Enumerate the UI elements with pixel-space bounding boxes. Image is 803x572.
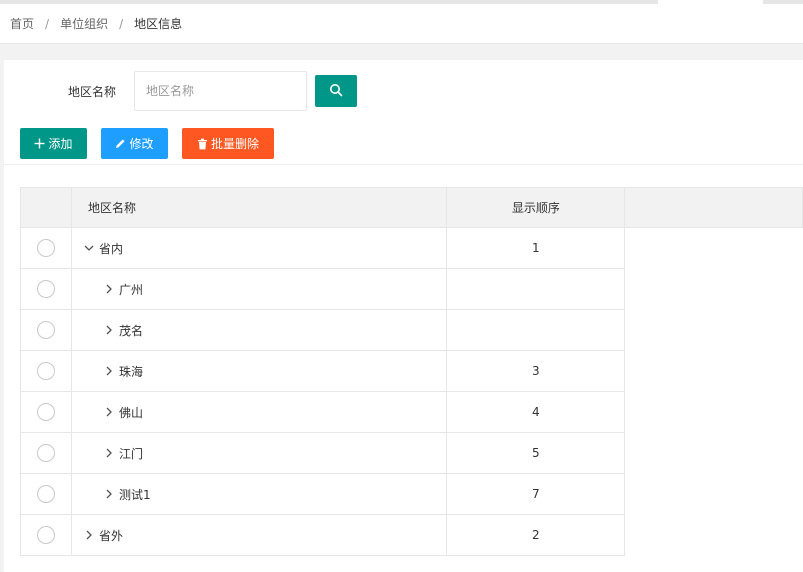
region-name-cell: 广州 [70,268,448,310]
region-name-cell: 江门 [70,432,448,474]
region-name-text: 省外 [98,528,123,543]
row-select-cell [20,309,72,351]
row-radio[interactable] [36,362,55,380]
header-select-cell [20,187,72,228]
chevron-right-icon[interactable] [102,446,116,460]
region-name-text: 广州 [118,282,143,297]
row-radio[interactable] [36,321,55,339]
breadcrumb-org[interactable]: 单位组织 [60,15,108,32]
region-name-text: 省内 [98,241,123,256]
chevron-right-icon[interactable] [102,405,116,419]
table-row[interactable]: 江门 5 [20,432,803,474]
breadcrumb-separator: / [119,16,124,31]
display-order-cell [446,268,626,310]
region-name-text: 江门 [118,446,143,461]
chevron-right-icon[interactable] [102,282,116,296]
divider [4,164,803,165]
batch-delete-button[interactable]: 批量删除 [182,128,274,159]
empty-cell [624,473,803,515]
row-select-cell [20,514,72,556]
breadcrumb-current: 地区信息 [134,17,183,31]
display-order-cell: 4 [446,391,626,433]
empty-cell [624,432,803,474]
search-input[interactable] [134,71,307,111]
row-radio[interactable] [36,239,55,257]
pencil-icon [115,138,126,149]
table-row[interactable]: 佛山 4 [20,391,803,433]
table-row[interactable]: 省内 1 [20,227,803,269]
batch-delete-button-label: 批量删除 [210,137,259,151]
header-display-order: 显示顺序 [446,187,626,228]
plus-icon [34,138,45,149]
edit-button-label: 修改 [129,137,154,151]
empty-cell [624,514,803,556]
region-name-cell: 省内 [70,227,448,269]
region-name-text: 佛山 [118,405,143,420]
search-icon [329,83,343,100]
region-table: 地区名称 显示顺序 省内 1 广州茂名珠海 3 佛山 4 江门 5 测试1 7 省外 2 [20,187,803,556]
row-select-cell [20,350,72,392]
add-button-label: 添加 [48,137,73,151]
search-form: 地区名称 [4,71,803,111]
empty-cell [624,391,803,433]
row-select-cell [20,391,72,433]
row-select-cell [20,473,72,515]
search-label: 地区名称 [68,85,117,99]
row-radio[interactable] [36,444,55,462]
row-select-cell [20,227,72,269]
region-name-cell: 珠海 [70,350,448,392]
display-order-cell: 2 [446,514,626,556]
row-radio[interactable] [36,485,55,503]
region-name-cell: 茂名 [70,309,448,351]
empty-cell [624,309,803,351]
display-order-cell: 5 [446,432,626,474]
region-table-wrap: 地区名称 显示顺序 省内 1 广州茂名珠海 3 佛山 4 江门 5 测试1 7 省外 2 [20,187,803,556]
content-card: 地区名称 添加 修改 批量删除 [4,60,803,572]
display-order-cell [446,309,626,351]
empty-cell [624,227,803,269]
trash-icon [197,138,208,150]
display-order-cell: 1 [446,227,626,269]
row-select-cell [20,432,72,474]
table-row[interactable]: 测试1 7 [20,473,803,515]
region-name-text: 测试1 [118,487,151,502]
chevron-right-icon[interactable] [82,528,96,542]
chevron-right-icon[interactable] [102,323,116,337]
row-radio[interactable] [36,403,55,421]
region-name-cell: 省外 [70,514,448,556]
row-radio[interactable] [36,280,55,298]
chevron-right-icon[interactable] [102,364,116,378]
table-row[interactable]: 广州 [20,268,803,310]
add-button[interactable]: 添加 [20,128,87,159]
region-name-text: 茂名 [118,323,143,338]
region-name-text: 珠海 [118,364,143,379]
table-header-row: 地区名称 显示顺序 [20,187,803,228]
header-empty-cell [624,187,803,228]
breadcrumb-separator: / [45,16,50,31]
display-order-cell: 7 [446,473,626,515]
chevron-right-icon[interactable] [102,487,116,501]
empty-cell [624,268,803,310]
breadcrumb: 首页 / 单位组织 / 地区信息 [0,4,803,44]
breadcrumb-home[interactable]: 首页 [10,15,34,32]
toolbar: 添加 修改 批量删除 [20,128,288,160]
table-row[interactable]: 茂名 [20,309,803,351]
chevron-down-icon[interactable] [82,241,96,255]
table-row[interactable]: 珠海 3 [20,350,803,392]
region-name-cell: 佛山 [70,391,448,433]
region-name-cell: 测试1 [70,473,448,515]
edit-button[interactable]: 修改 [101,128,168,159]
row-select-cell [20,268,72,310]
display-order-cell: 3 [446,350,626,392]
header-region-name: 地区名称 [70,187,448,228]
table-row[interactable]: 省外 2 [20,514,803,556]
empty-cell [624,350,803,392]
row-radio[interactable] [36,526,55,544]
search-button[interactable] [315,75,357,107]
